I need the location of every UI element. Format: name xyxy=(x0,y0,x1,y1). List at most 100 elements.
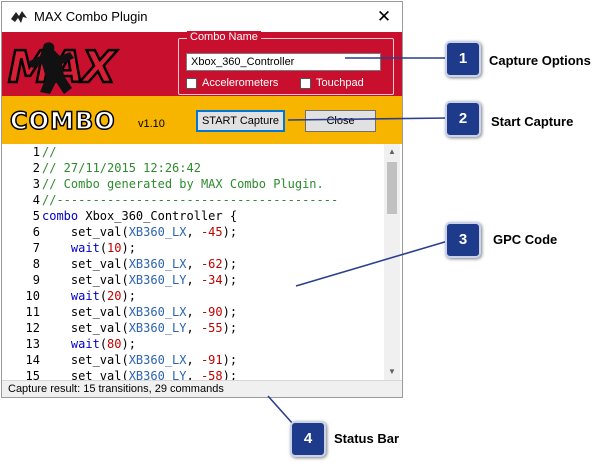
touchpad-label: Touchpad xyxy=(316,77,364,89)
code-token: -55 xyxy=(200,321,223,335)
combo-name-input[interactable] xyxy=(186,53,381,71)
code-line: 3// Combo generated by MAX Combo Plugin. xyxy=(2,176,384,192)
line-number: 5 xyxy=(32,209,40,223)
code-line: 12 set_val(XB360_LY, -55); xyxy=(2,320,384,336)
plugin-window: MAX Combo Plugin ✕ MAX Combo Name Accele… xyxy=(1,1,403,398)
code-token: // Combo generated by MAX Combo Plugin. xyxy=(42,177,324,191)
window-title: MAX Combo Plugin xyxy=(34,9,148,24)
code-line: 7 wait(10); xyxy=(2,240,384,256)
code-token: wait xyxy=(70,289,100,303)
gpc-code-editor[interactable]: 1//2// 27/11/2015 12:26:42 3// Combo gene… xyxy=(2,144,402,380)
code-token: ( xyxy=(99,337,108,351)
callout-label-capture-options: Capture Options xyxy=(489,53,591,68)
code-token: 10 xyxy=(107,241,122,255)
combo-logo: COMBO xyxy=(9,106,116,136)
code-token: -91 xyxy=(200,353,223,367)
code-token: , xyxy=(186,353,201,367)
callout-label-status-bar: Status Bar xyxy=(334,431,400,446)
max-logo: MAX xyxy=(7,41,121,95)
code-token: ); xyxy=(222,353,238,367)
vertical-scrollbar[interactable]: ▲ ▼ xyxy=(384,144,400,380)
code-token: , xyxy=(186,369,201,380)
code-token: 80 xyxy=(107,337,122,351)
code-token: XB360_LY xyxy=(128,321,187,335)
code-token: XB360_LY xyxy=(128,369,187,380)
code-token: //--------------------------------------… xyxy=(42,193,339,207)
code-token: set_val( xyxy=(42,257,129,271)
combo-name-label: Combo Name xyxy=(187,31,261,43)
close-icon[interactable]: ✕ xyxy=(372,6,396,28)
close-button[interactable]: Close xyxy=(305,110,376,132)
line-number: 14 xyxy=(25,353,40,367)
code-token: XB360_LX xyxy=(128,305,187,319)
line-number: 3 xyxy=(32,177,40,191)
line-number: 8 xyxy=(32,257,40,271)
code-token: XB360_LY xyxy=(128,273,187,287)
code-token: ); xyxy=(222,321,238,335)
code-token: XB360_LX xyxy=(128,225,187,239)
code-line: 4//-------------------------------------… xyxy=(2,192,384,208)
code-line: 9 set_val(XB360_LY, -34); xyxy=(2,272,384,288)
callout-badge-2: 2 xyxy=(445,101,481,137)
line-number: 4 xyxy=(32,193,40,207)
code-token: set_val( xyxy=(42,353,129,367)
code-token: , xyxy=(186,321,201,335)
status-bar: Capture result: 15 transitions, 29 comma… xyxy=(2,380,402,397)
line-number: 10 xyxy=(25,289,40,303)
line-number: 6 xyxy=(32,225,40,239)
code-token: -62 xyxy=(200,257,223,271)
code-line: 14 set_val(XB360_LX, -91); xyxy=(2,352,384,368)
scroll-down-icon[interactable]: ▼ xyxy=(384,364,400,380)
checkbox-box[interactable] xyxy=(186,77,197,89)
callout-label-gpc-code: GPC Code xyxy=(493,232,558,247)
scroll-up-icon[interactable]: ▲ xyxy=(384,144,400,160)
code-token: ); xyxy=(222,225,238,239)
code-token: ); xyxy=(222,273,238,287)
code-token: ( xyxy=(99,289,108,303)
code-token: -45 xyxy=(200,225,223,239)
code-token: -34 xyxy=(200,273,223,287)
code-token: ); xyxy=(222,305,238,319)
scroll-thumb[interactable] xyxy=(387,162,397,214)
code-token: -90 xyxy=(200,305,223,319)
code-token: -58 xyxy=(200,369,223,380)
code-token: set_val( xyxy=(42,225,129,239)
code-token: ); xyxy=(222,257,238,271)
code-token: // 27/11/2015 12:26:42 xyxy=(42,161,201,175)
code-token: wait xyxy=(70,241,100,255)
line-number: 13 xyxy=(25,337,40,351)
line-number: 1 xyxy=(32,145,40,159)
code-token: // xyxy=(42,145,57,159)
code-token: , xyxy=(186,273,201,287)
checkbox-box[interactable] xyxy=(300,77,311,89)
code-token: XB360_LX xyxy=(128,257,187,271)
line-number: 11 xyxy=(25,305,40,319)
accelerometers-checkbox[interactable]: Accelerometers xyxy=(186,76,278,90)
code-token: ( xyxy=(99,241,108,255)
code-token: , xyxy=(186,257,201,271)
code-line: 15 set_val(XB360_LY, -58); xyxy=(2,368,384,380)
code-token: set_val( xyxy=(42,273,129,287)
title-bar: MAX Combo Plugin ✕ xyxy=(2,2,402,32)
line-number: 7 xyxy=(32,241,40,255)
code-token: wait xyxy=(70,337,100,351)
version-label: v1.10 xyxy=(138,118,165,130)
line-number: 15 xyxy=(25,369,40,380)
combo-name-group: Combo Name Accelerometers Touchpad xyxy=(178,31,394,95)
callout-badge-4: 4 xyxy=(290,421,326,457)
callout-badge-1: 1 xyxy=(445,41,481,77)
code-token: , xyxy=(186,225,201,239)
line-number: 2 xyxy=(32,161,40,175)
line-number: 9 xyxy=(32,273,40,287)
code-token: set_val( xyxy=(42,369,129,380)
app-icon xyxy=(11,11,27,23)
code-line: 8 set_val(XB360_LX, -62); xyxy=(2,256,384,272)
code-token: Xbox_360_Controller { xyxy=(78,209,238,223)
line-number: 12 xyxy=(25,321,40,335)
touchpad-checkbox[interactable]: Touchpad xyxy=(300,76,364,90)
start-capture-button[interactable]: START Capture xyxy=(196,110,285,132)
code-line: 10 wait(20); xyxy=(2,288,384,304)
